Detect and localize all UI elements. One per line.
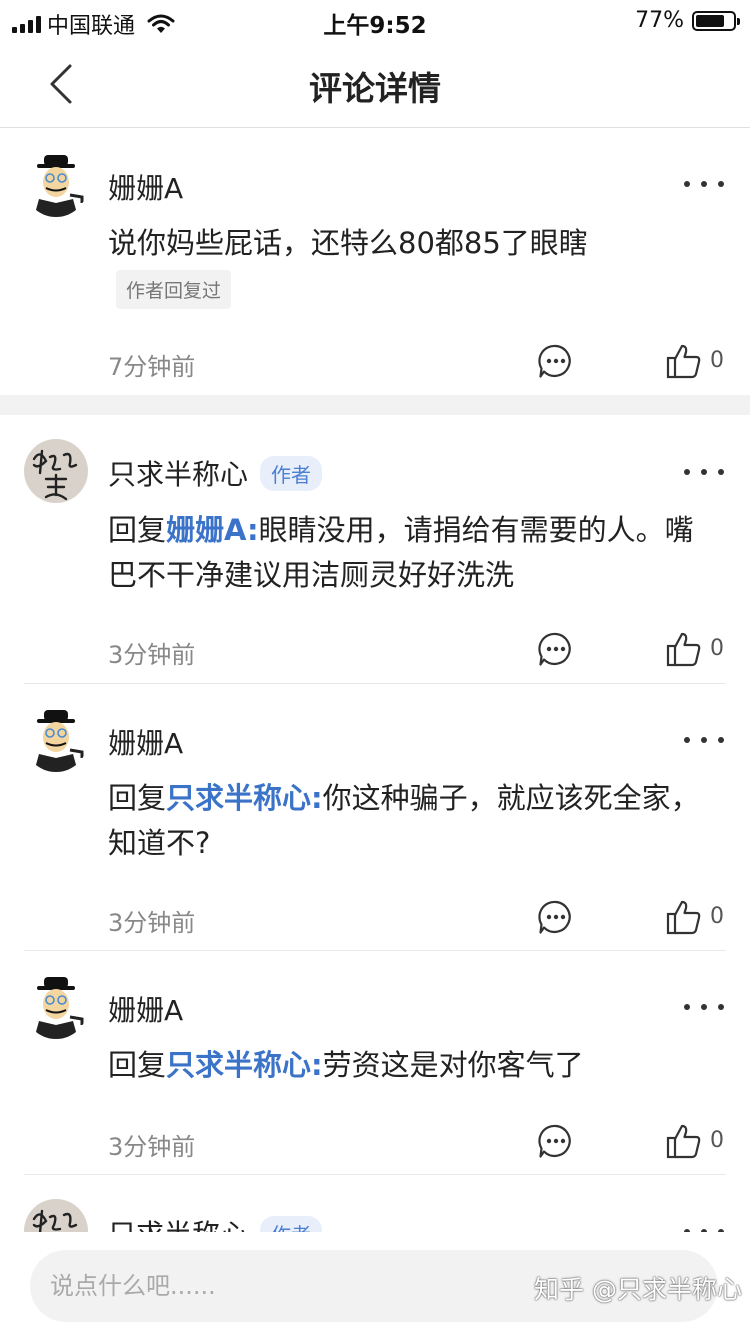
reply-icon[interactable]	[538, 631, 574, 667]
comment-time: 7分钟前	[108, 353, 196, 381]
name-row: 姗姗A	[108, 722, 183, 762]
like-count: 0	[710, 904, 724, 929]
author-badge: 作者	[260, 455, 323, 491]
username[interactable]: 姗姗A	[108, 722, 183, 762]
like-thumb-icon[interactable]	[666, 631, 702, 667]
comment-body: 说你妈些屁话，还特么80都85了眼瞎	[108, 226, 588, 260]
avatar-calligraphy[interactable]	[24, 1199, 88, 1232]
author-badge: 作者	[260, 1215, 323, 1232]
status-bar: 中国联通 上午9:52 77%	[0, 0, 750, 42]
reply-target-link[interactable]: 只求半称心:	[166, 1048, 323, 1082]
username[interactable]: 只求半称心	[108, 453, 248, 493]
username[interactable]: 姗姗A	[108, 989, 183, 1029]
reply-prefix: 回复	[108, 513, 167, 547]
more-options-icon[interactable]	[682, 735, 726, 745]
more-options-icon[interactable]	[682, 1002, 726, 1012]
comment-item: 姗姗A 回复只求半称心:劳资这是对你客气了 3分钟前 0	[0, 951, 750, 1174]
page-title: 评论详情	[309, 69, 441, 108]
comment-item: 姗姗A 说你妈些屁话，还特么80都85了眼瞎 作者回复过 7分钟前 0	[0, 129, 750, 395]
comment-text: 说你妈些屁话，还特么80都85了眼瞎	[108, 221, 718, 266]
watermark: 知乎 @只求半称心	[534, 1275, 742, 1304]
avatar-calligraphy[interactable]	[24, 439, 88, 503]
comment-text: 回复只求半称心:你这种骗子，就应该死全家，知道不?	[108, 776, 718, 866]
username[interactable]: 姗姗A	[108, 167, 183, 207]
name-row: 姗姗A	[108, 989, 183, 1029]
like-thumb-icon[interactable]	[666, 343, 702, 379]
comment-item: 只求半称心 作者 回复姗姗A:眼睛没用，请捐给有需要的人。嘴巴不干净建议用洁厕灵…	[0, 415, 750, 683]
comment-body: 劳资这是对你客气了	[322, 1048, 584, 1082]
like-count: 0	[710, 636, 724, 661]
section-divider	[0, 395, 750, 415]
reply-icon[interactable]	[538, 1123, 574, 1159]
author-replied-tag: 作者回复过	[116, 270, 232, 309]
avatar-gentleman[interactable]	[24, 153, 88, 217]
like-count: 0	[710, 348, 724, 373]
reply-target-link[interactable]: 只求半称心:	[166, 781, 323, 815]
reply-icon[interactable]	[538, 343, 574, 379]
more-options-icon[interactable]	[682, 179, 726, 189]
comment-text: 回复只求半称心:劳资这是对你客气了	[108, 1043, 718, 1088]
comment-item: 只求半称心 作者	[0, 1175, 750, 1232]
reply-target-link[interactable]: 姗姗A:	[166, 513, 259, 547]
comment-time: 3分钟前	[108, 1133, 196, 1161]
battery-icon	[692, 10, 740, 31]
more-options-icon[interactable]	[682, 467, 726, 477]
comment-time: 3分钟前	[108, 641, 196, 669]
reply-prefix: 回复	[108, 781, 167, 815]
name-row: 姗姗A	[108, 167, 183, 207]
comment-input-bar: 知乎 @只求半称心	[0, 1232, 750, 1334]
navigation-bar: 评论详情	[0, 42, 750, 128]
like-count: 0	[710, 1128, 724, 1153]
reply-icon[interactable]	[538, 899, 574, 935]
username[interactable]: 只求半称心	[108, 1213, 248, 1232]
avatar-gentleman[interactable]	[24, 708, 88, 772]
status-right: 77%	[635, 8, 740, 33]
comment-time: 3分钟前	[108, 909, 196, 937]
like-thumb-icon[interactable]	[666, 899, 702, 935]
name-row: 只求半称心 作者	[108, 453, 323, 493]
reply-prefix: 回复	[108, 1048, 167, 1082]
like-thumb-icon[interactable]	[666, 1123, 702, 1159]
comment-text: 回复姗姗A:眼睛没用，请捐给有需要的人。嘴巴不干净建议用洁厕灵好好洗洗	[108, 508, 718, 598]
avatar-gentleman[interactable]	[24, 975, 88, 1039]
name-row: 只求半称心 作者	[108, 1213, 323, 1232]
comment-item: 姗姗A 回复只求半称心:你这种骗子，就应该死全家，知道不? 3分钟前 0	[0, 684, 750, 950]
battery-percent: 77%	[635, 8, 684, 33]
